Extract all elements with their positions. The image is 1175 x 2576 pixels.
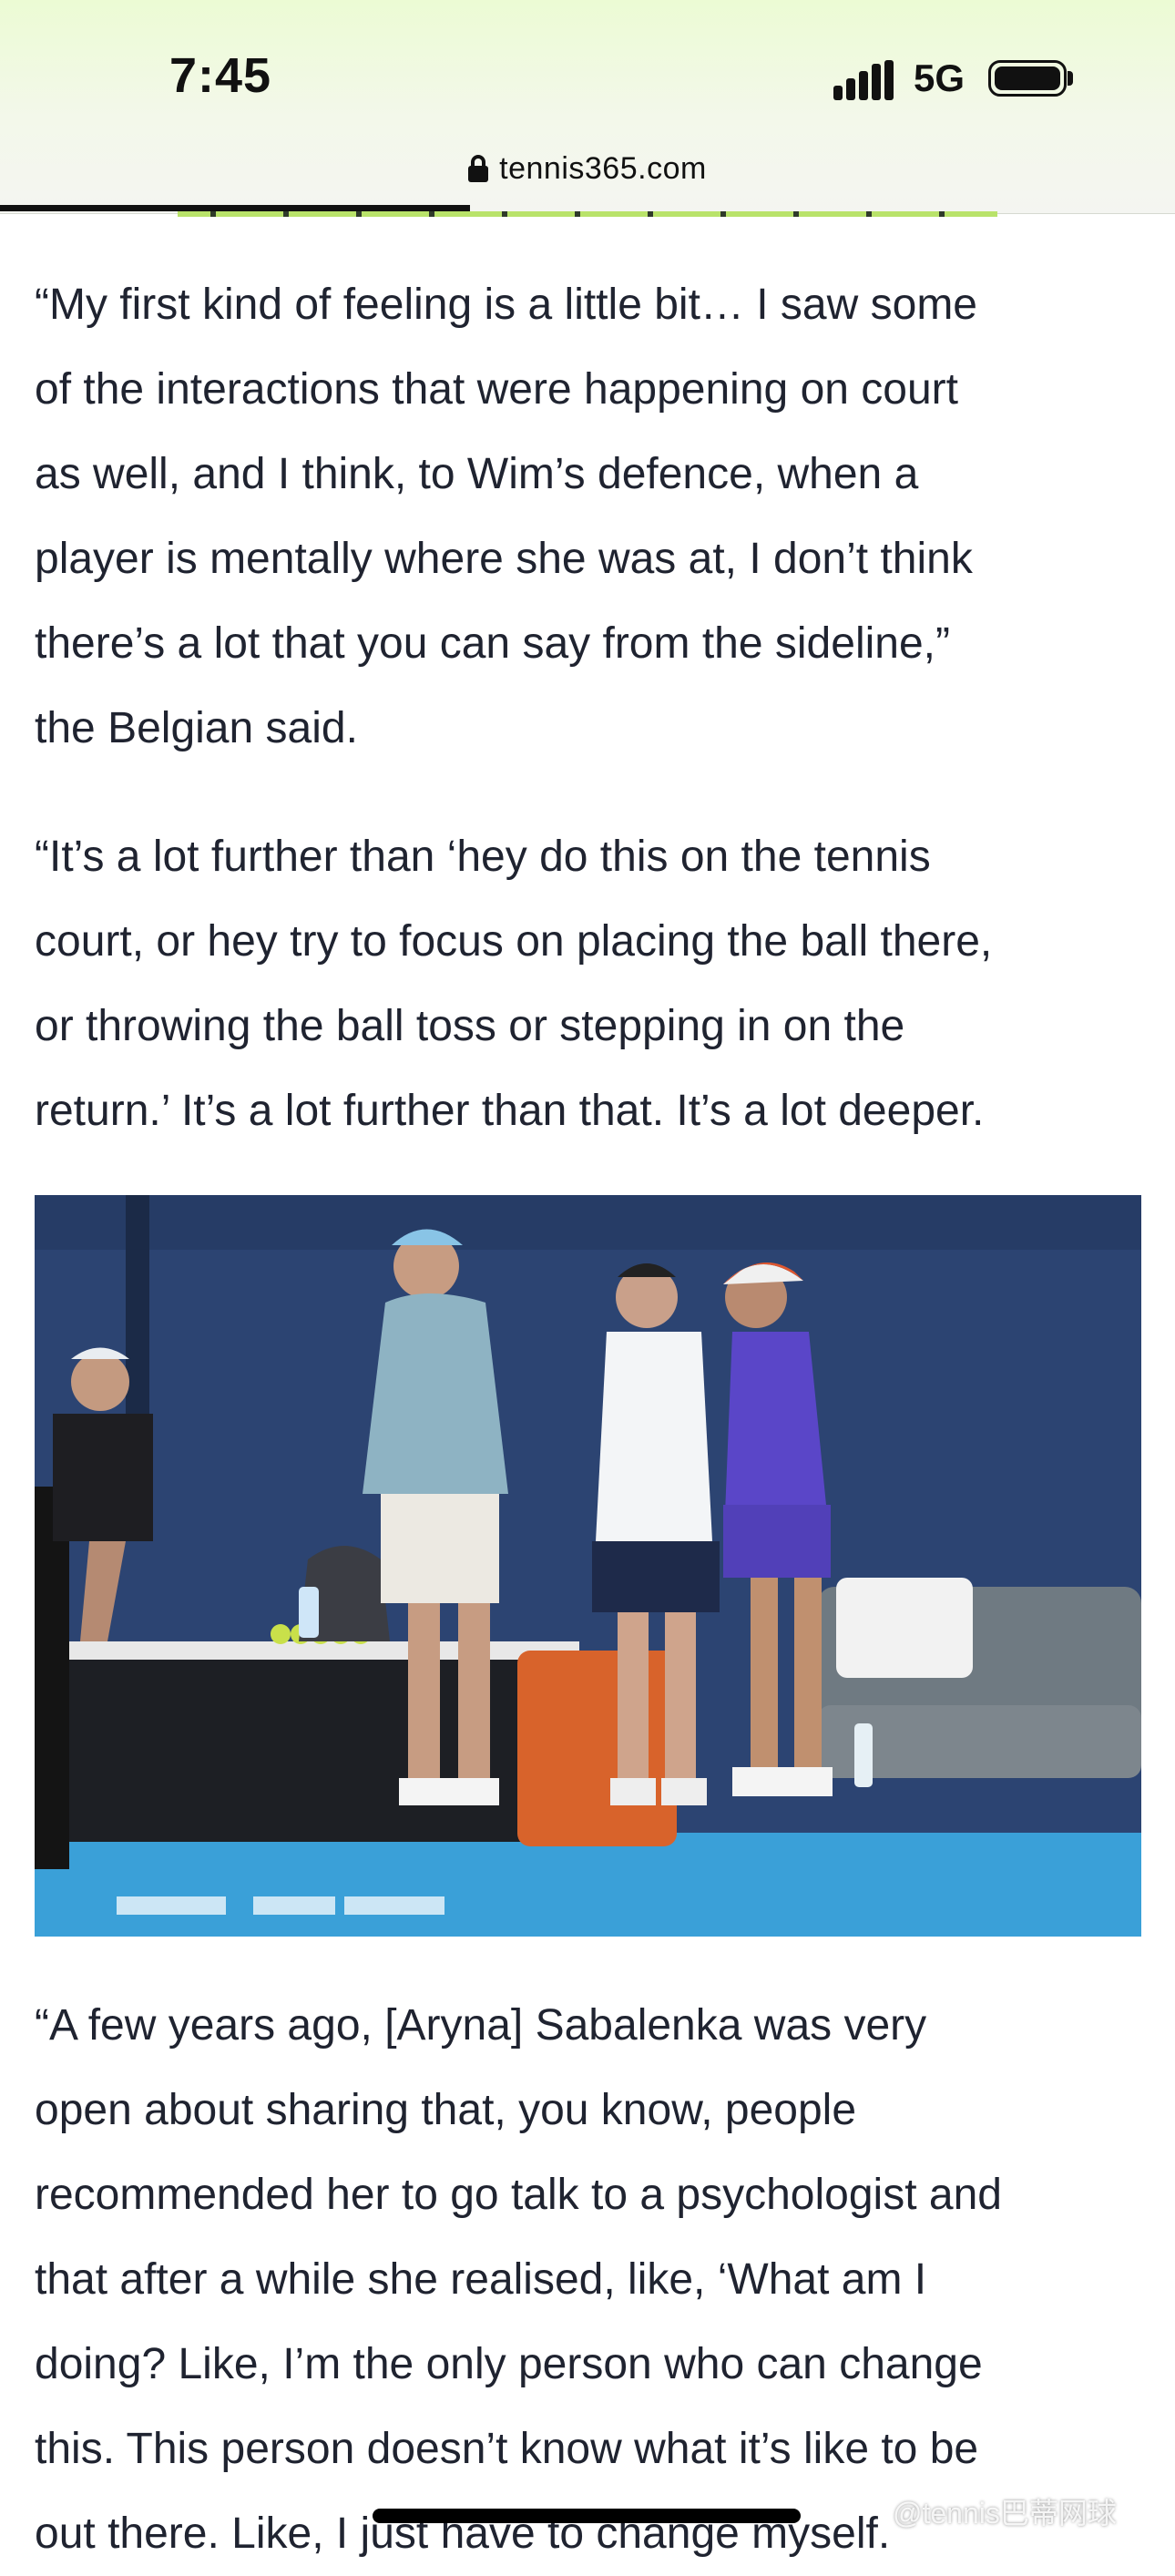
paragraph-line: court, or hey try to focus on placing th… xyxy=(35,917,993,966)
paragraph-line: “It’s a lot further than ‘hey do this on… xyxy=(35,833,931,881)
photo-illustration xyxy=(35,1195,1141,1937)
paragraph-line: “A few years ago, [Aryna] Sabalenka was … xyxy=(35,2001,927,2050)
article-paragraph-3: “A few years ago, [Aryna] Sabalenka was … xyxy=(35,1983,1146,2576)
network-type: 5G xyxy=(914,56,966,99)
article-photo[interactable] xyxy=(35,1195,1141,1937)
browser-top-bar: 7:45 5G tennis365.com xyxy=(0,0,1175,214)
paragraph-line: “My first kind of feeling is a little bi… xyxy=(35,281,977,329)
status-time: 7:45 xyxy=(169,48,272,103)
battery-cap xyxy=(1068,71,1073,86)
page-load-progress-bar xyxy=(0,205,470,211)
paragraph-line: there’s a lot that you can say from the … xyxy=(35,619,950,668)
lock-icon xyxy=(468,155,489,182)
home-indicator[interactable] xyxy=(373,2509,801,2523)
article-paragraph-2: “It’s a lot further than ‘hey do this on… xyxy=(35,814,1146,1153)
paragraph-line: open about sharing that, you know, peopl… xyxy=(35,2086,857,2134)
paragraph-line: return.’ It’s a lot further than that. I… xyxy=(35,1087,985,1135)
previous-image-edge xyxy=(178,211,997,217)
paragraph-line: as well, and I think, to Wim’s defence, … xyxy=(35,450,919,498)
paragraph-line: this. This person doesn’t know what it’s… xyxy=(35,2425,979,2473)
paragraph-line: recommended her to go talk to a psycholo… xyxy=(35,2171,1002,2219)
paragraph-line: doing? Like, I’m the only person who can… xyxy=(35,2340,983,2388)
watermark-text: @tennis巴蒂网球 xyxy=(893,2497,1117,2530)
battery-icon xyxy=(988,60,1067,97)
paragraph-line: of the interactions that were happening … xyxy=(35,365,958,414)
article-paragraph-1: “My first kind of feeling is a little bi… xyxy=(35,262,1146,771)
paragraph-line: the Belgian said. xyxy=(35,704,358,752)
cellular-signal-icon xyxy=(833,60,894,100)
paragraph-line: player is mentally where she was at, I d… xyxy=(35,535,973,583)
url-text: tennis365.com xyxy=(499,150,707,186)
url-bar[interactable]: tennis365.com xyxy=(0,146,1175,191)
paragraph-line: or throwing the ball toss or stepping in… xyxy=(35,1002,905,1050)
paragraph-line: that after a while she realised, like, ‘… xyxy=(35,2255,927,2304)
